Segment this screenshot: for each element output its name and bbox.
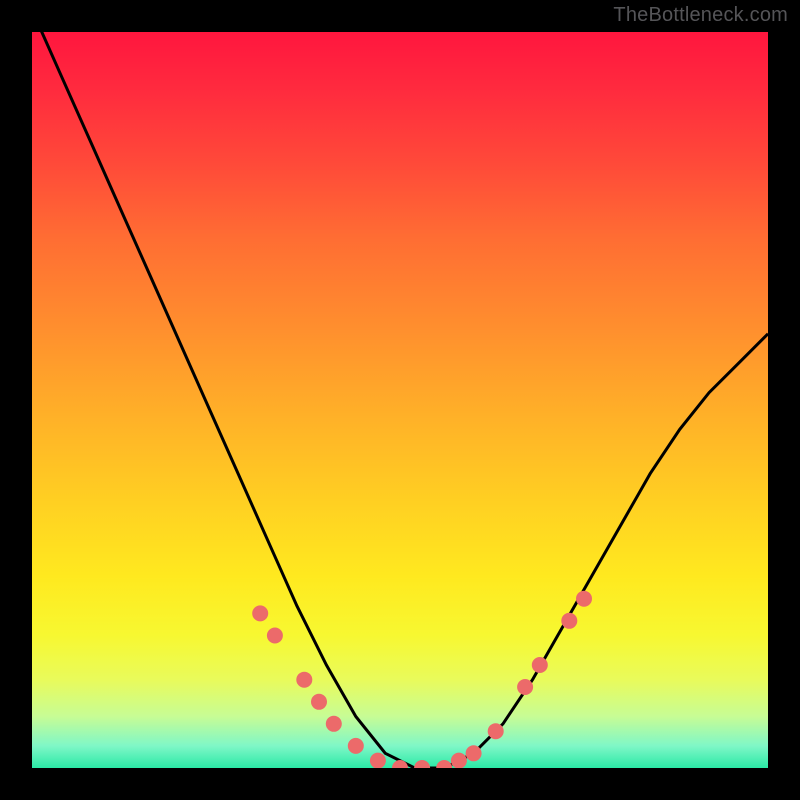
curve-point <box>414 760 430 768</box>
curve-svg <box>32 32 768 768</box>
curve-point <box>370 753 386 768</box>
plot-area <box>32 32 768 768</box>
curve-point <box>267 628 283 644</box>
curve-point <box>451 753 467 768</box>
outer-frame: TheBottleneck.com <box>0 0 800 800</box>
curve-point <box>348 738 364 754</box>
curve-point <box>392 760 408 768</box>
curve-point <box>576 591 592 607</box>
curve-point <box>326 716 342 732</box>
curve-point <box>488 723 504 739</box>
curve-point <box>252 605 268 621</box>
curve-point <box>436 760 452 768</box>
curve-line <box>32 32 768 768</box>
bottleneck-curve <box>32 32 768 768</box>
curve-point <box>296 672 312 688</box>
curve-point <box>466 745 482 761</box>
curve-point <box>517 679 533 695</box>
curve-point <box>311 694 327 710</box>
watermark-text: TheBottleneck.com <box>613 4 788 27</box>
curve-point <box>561 613 577 629</box>
curve-point <box>532 657 548 673</box>
